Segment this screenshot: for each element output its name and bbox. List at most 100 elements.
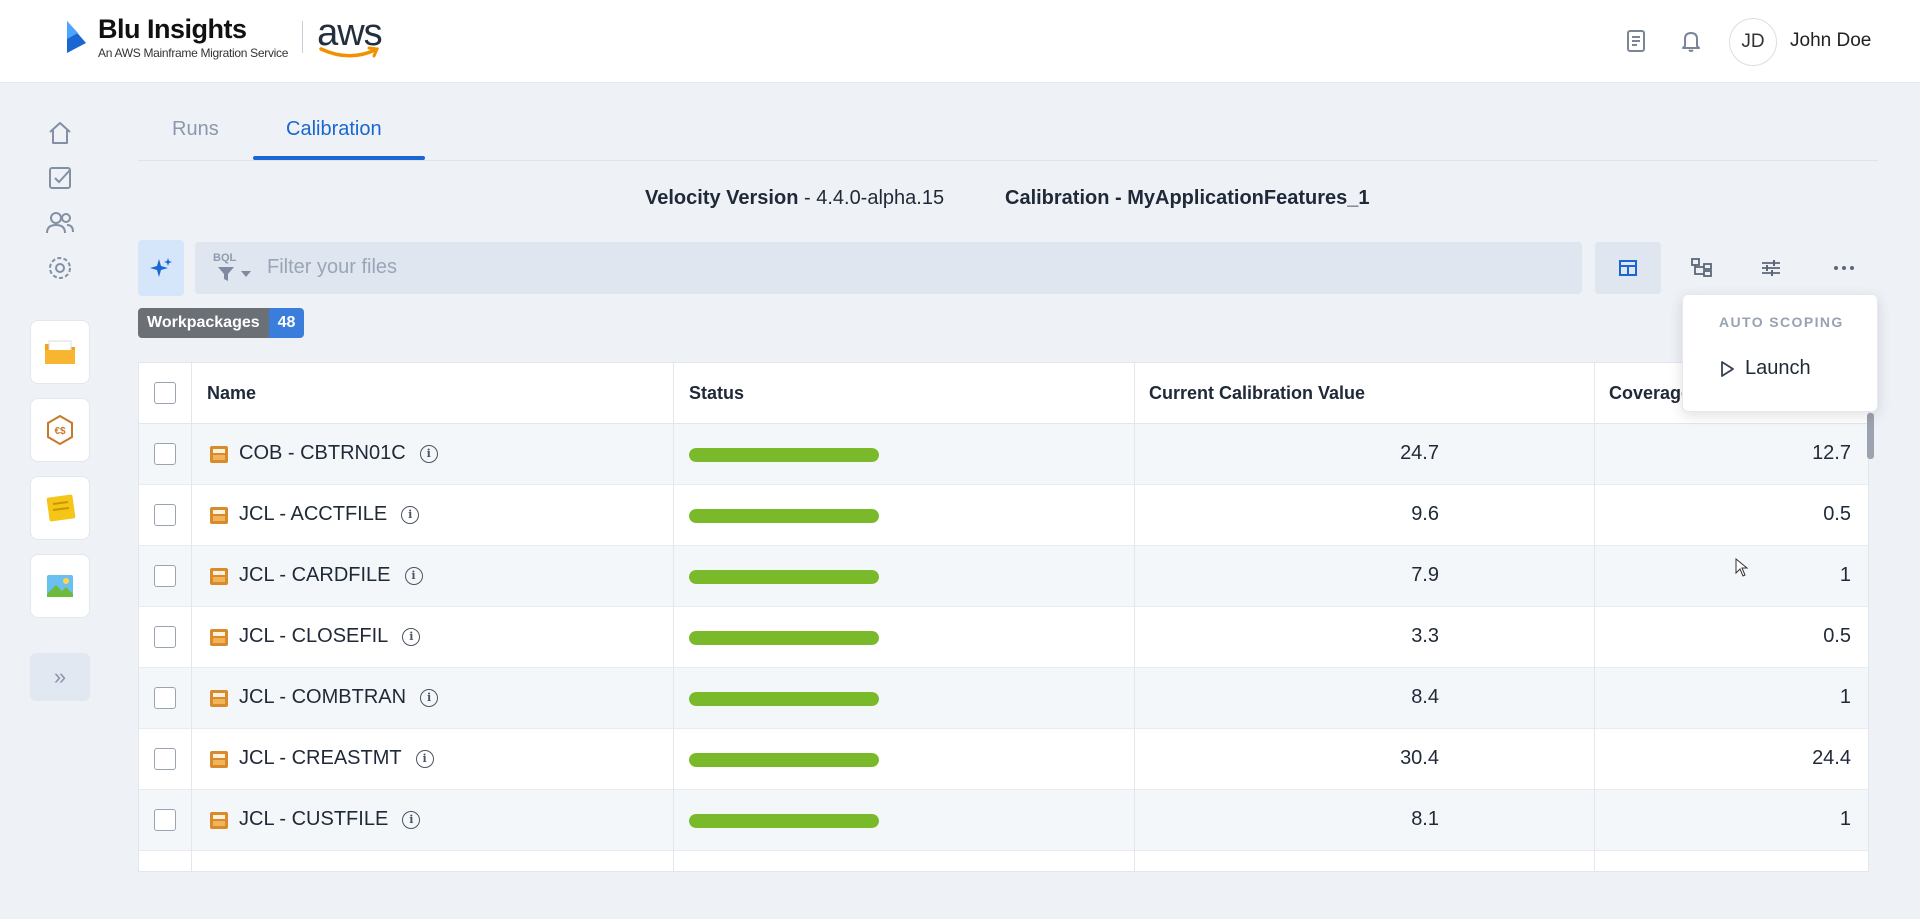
tasks-icon[interactable]: [44, 162, 76, 194]
table-row[interactable]: JCL - CUSTFILE i 8.1 1: [139, 790, 1868, 851]
info-icon[interactable]: i: [415, 749, 434, 768]
workpackage-icon: [210, 568, 228, 585]
tab-bar: Runs Calibration: [138, 100, 1878, 161]
active-tab-indicator: [253, 156, 425, 160]
settings-icon[interactable]: [44, 252, 76, 284]
status-progress-bar: [689, 448, 879, 462]
sparkle-icon: [150, 258, 172, 277]
table-row[interactable]: JCL - CREASTMT i 30.4 24.4: [139, 729, 1868, 790]
workpackage-icon: [210, 629, 228, 646]
workpackage-name[interactable]: JCL - CARDFILE i: [239, 564, 423, 587]
launch-menu-item[interactable]: Launch: [1719, 357, 1811, 380]
column-header-name[interactable]: Name: [207, 383, 256, 404]
status-progress-bar: [689, 509, 879, 523]
info-icon[interactable]: i: [419, 444, 438, 463]
home-icon[interactable]: [44, 117, 76, 149]
info-icon[interactable]: i: [401, 505, 420, 524]
calibration-title-label: Calibration - MyApplicationFeatures_1: [1005, 187, 1370, 209]
workpackage-name-text: JCL - CUSTFILE: [239, 808, 389, 830]
calibration-value: 30.4: [1400, 747, 1439, 769]
filter-bar[interactable]: BQL Filter your files: [195, 242, 1582, 294]
tab-calibration[interactable]: Calibration: [286, 118, 382, 141]
row-checkbox[interactable]: [154, 809, 176, 831]
ai-assist-button[interactable]: [138, 240, 184, 296]
workpackages-table: Name Status Current Calibration Value Co…: [138, 362, 1869, 872]
table-header: Name Status Current Calibration Value Co…: [139, 363, 1868, 424]
workpackage-icon: [210, 751, 228, 768]
status-progress-bar: [689, 814, 879, 828]
bql-label: BQL: [213, 252, 237, 264]
coverage-value: 0.5: [1823, 503, 1851, 525]
avatar[interactable]: JD: [1729, 18, 1777, 66]
row-checkbox[interactable]: [154, 443, 176, 465]
brand-logo[interactable]: Blu Insights An AWS Mainframe Migration …: [64, 14, 383, 60]
workpackage-name[interactable]: COB - CBTRN01C i: [239, 442, 438, 465]
row-checkbox[interactable]: [154, 748, 176, 770]
coverage-value: 1: [1839, 686, 1851, 708]
gallery-app-icon[interactable]: [30, 554, 90, 618]
calibration-value: 9.6: [1411, 503, 1439, 525]
column-divider: [191, 363, 192, 871]
status-progress-fill: [689, 753, 879, 767]
calibration-value: 3.3: [1411, 625, 1439, 647]
tree-view-icon: [1691, 258, 1712, 277]
settings-sliders-button[interactable]: [1738, 242, 1804, 294]
status-progress-bar: [689, 692, 879, 706]
mouse-cursor-icon: [1735, 558, 1749, 577]
info-icon[interactable]: i: [420, 688, 439, 707]
table-row[interactable]: JCL - ACCTFILE i 9.6 0.5: [139, 485, 1868, 546]
column-header-coverage[interactable]: Coverage: [1609, 383, 1691, 404]
table-view-button[interactable]: [1595, 242, 1661, 294]
table-row[interactable]: JCL - CLOSEFIL i 3.3 0.5: [139, 607, 1868, 668]
workpackage-icon: [210, 812, 228, 829]
column-header-status[interactable]: Status: [689, 383, 744, 404]
row-checkbox[interactable]: [154, 504, 176, 526]
more-options-button[interactable]: [1811, 242, 1877, 294]
notes-app-icon[interactable]: [30, 476, 90, 540]
status-progress-bar: [689, 631, 879, 645]
info-icon[interactable]: i: [402, 627, 421, 646]
workpackage-name[interactable]: JCL - CREASTMT i: [239, 747, 434, 770]
table-scrollbar[interactable]: [1867, 413, 1874, 459]
info-icon[interactable]: i: [404, 566, 423, 585]
table-row[interactable]: COB - CBTRN01C i 24.7 12.7: [139, 424, 1868, 485]
tab-runs[interactable]: Runs: [172, 118, 219, 141]
workpackage-name[interactable]: JCL - ACCTFILE i: [239, 503, 420, 526]
transformation-center-app-icon[interactable]: €$: [30, 398, 90, 462]
workpackage-name-text: JCL - COMBTRAN: [239, 686, 407, 708]
status-progress-fill: [689, 448, 879, 462]
row-checkbox[interactable]: [154, 626, 176, 648]
workpackage-name[interactable]: JCL - CLOSEFIL i: [239, 625, 421, 648]
more-icon: [1834, 266, 1854, 270]
filter-funnel-icon: [218, 267, 251, 281]
bql-filter-toggle[interactable]: BQL: [213, 252, 259, 284]
workpackage-name[interactable]: JCL - CUSTFILE i: [239, 808, 421, 831]
status-progress-fill: [689, 509, 879, 523]
bell-icon[interactable]: [1676, 26, 1706, 56]
more-options-menu: AUTO SCOPING Launch: [1682, 294, 1878, 412]
filter-input[interactable]: Filter your files: [267, 256, 397, 279]
workpackage-name-text: JCL - ACCTFILE: [239, 503, 388, 525]
coverage-value: 24.4: [1812, 747, 1851, 769]
docs-icon[interactable]: [1621, 26, 1651, 56]
calibration-value: 7.9: [1411, 564, 1439, 586]
column-header-calibration[interactable]: Current Calibration Value: [1149, 383, 1365, 404]
codebase-app-icon[interactable]: [30, 320, 90, 384]
tree-view-button[interactable]: [1669, 242, 1735, 294]
workpackages-badge: Workpackages 48: [138, 308, 305, 338]
table-row[interactable]: JCL - CARDFILE i 7.9 1: [139, 546, 1868, 607]
row-checkbox[interactable]: [154, 565, 176, 587]
workpackage-icon: [210, 446, 228, 463]
select-all-checkbox[interactable]: [154, 382, 176, 404]
row-checkbox[interactable]: [154, 687, 176, 709]
workpackage-name-text: COB - CBTRN01C: [239, 442, 406, 464]
user-name[interactable]: John Doe: [1790, 30, 1871, 52]
table-row[interactable]: JCL - COMBTRAN i 8.4 1: [139, 668, 1868, 729]
team-icon[interactable]: [44, 207, 76, 239]
workpackage-name[interactable]: JCL - COMBTRAN i: [239, 686, 439, 709]
aws-logo: aws: [317, 14, 383, 58]
status-progress-fill: [689, 814, 879, 828]
expand-sidebar-button[interactable]: »: [30, 653, 90, 701]
brand-divider: [302, 21, 304, 53]
info-icon[interactable]: i: [402, 810, 421, 829]
